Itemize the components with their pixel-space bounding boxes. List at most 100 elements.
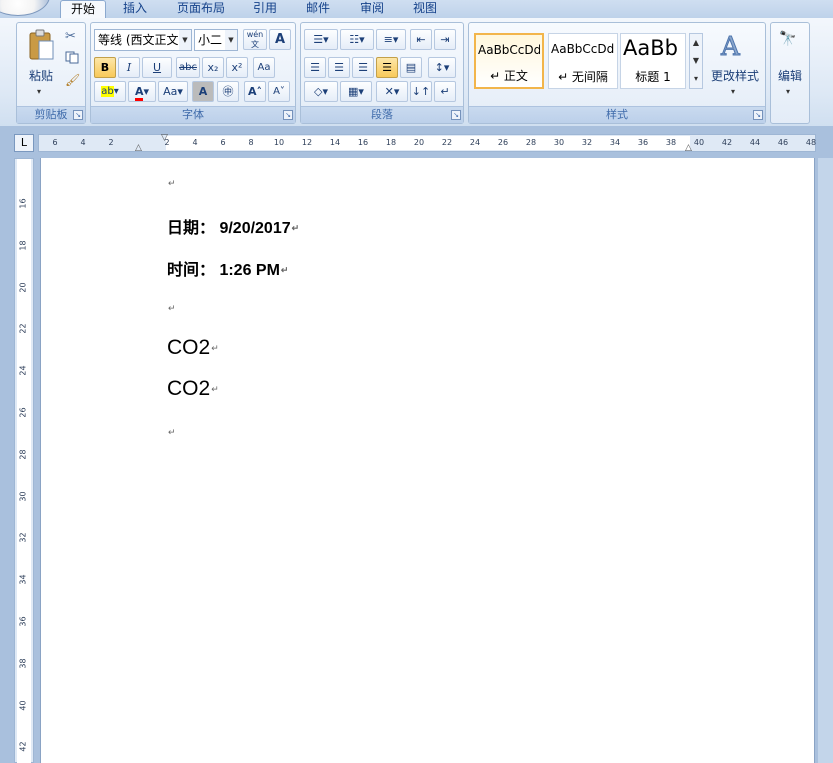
tab-insert[interactable]: 插入 — [114, 0, 156, 18]
shrink-font-button[interactable]: A˅ — [268, 81, 290, 102]
first-line-indent-marker-icon[interactable]: ▽ — [161, 133, 168, 143]
styles-launcher-icon[interactable]: ↘ — [753, 110, 763, 120]
ribbon-tab-bar: 开始 插入 页面布局 引用 邮件 审阅 视图 — [0, 0, 833, 18]
char-border-button[interactable]: A — [269, 29, 291, 50]
paste-label[interactable]: 粘贴 — [21, 67, 61, 84]
style-heading-1-preview: AaBb — [623, 36, 678, 60]
increase-indent-icon[interactable]: ⇥ — [434, 29, 456, 50]
font-size-value: 小二 — [198, 33, 223, 47]
style-no-spacing[interactable]: AaBbCcDd ↵ 无间隔 — [548, 33, 618, 89]
font-color-button[interactable]: A▾ — [128, 81, 156, 102]
enclose-char-icon[interactable]: ㊥ — [217, 81, 239, 102]
ruler-h-tick-label: 12 — [301, 138, 313, 147]
borders-icon[interactable]: ▦▾ — [340, 81, 372, 102]
style-normal[interactable]: AaBbCcDd ↵ 正文 — [474, 33, 544, 89]
styles-scroll[interactable]: ▲ ▼ ▾ — [689, 33, 703, 89]
font-group-label: 字体 — [91, 106, 295, 123]
font-name-dropdown-icon[interactable]: ▼ — [179, 30, 191, 50]
phonetic-guide-button[interactable]: wén 文 — [243, 29, 267, 50]
ruler-h-tick-label: 44 — [749, 138, 761, 147]
ruler-h-tick-label: 2 — [108, 138, 114, 147]
tab-mailings[interactable]: 邮件 — [297, 0, 339, 18]
line-spacing-icon[interactable]: ↕▾ — [428, 57, 456, 78]
editing-label[interactable]: 编辑 — [771, 67, 809, 84]
style-normal-preview: AaBbCcDd — [478, 43, 540, 57]
strikethrough-button[interactable]: abc — [176, 57, 200, 78]
vertical-scrollbar[interactable] — [818, 158, 833, 763]
align-left-icon[interactable]: ☰ — [304, 57, 326, 78]
paragraph-co2[interactable]: CO2↵ — [167, 336, 219, 360]
paragraph-empty[interactable]: ↵ — [167, 301, 176, 315]
paragraph-date[interactable]: 日期： 9/20/2017↵ — [167, 214, 299, 238]
editing-group[interactable]: 🔭 编辑 ▾ — [770, 22, 810, 124]
horizontal-ruler[interactable]: 6 4 2 2 4 6 8 10 12 14 16 18 20 22 24 26 28 30 32 34 36 38 40 4… — [38, 133, 817, 153]
paste-icon[interactable] — [27, 29, 55, 61]
ruler-v-tick-label: 38 — [18, 658, 28, 669]
tab-selector-icon[interactable]: L — [14, 134, 34, 152]
show-marks-icon[interactable]: ↵ — [434, 81, 456, 102]
tab-references[interactable]: 引用 — [244, 0, 286, 18]
justify-icon[interactable]: ☰ — [376, 57, 398, 78]
paragraph-launcher-icon[interactable]: ↘ — [451, 110, 461, 120]
ruler-v-tick-label: 42 — [18, 741, 28, 752]
change-styles-icon[interactable]: A — [717, 29, 749, 63]
paragraph-time[interactable]: 时间： 1:26 PM↵ — [167, 256, 288, 280]
phonetic-guide-text: wén — [246, 30, 264, 39]
paragraph-empty[interactable]: ↵ — [167, 425, 176, 439]
styles-group: AaBbCcDd ↵ 正文 AaBbCcDd ↵ 无间隔 AaBb 标题 1 ▲… — [468, 22, 766, 124]
change-styles-dropdown-icon[interactable]: ▾ — [731, 87, 735, 96]
paste-dropdown-icon[interactable]: ▾ — [37, 87, 41, 96]
align-right-icon[interactable]: ☰ — [352, 57, 374, 78]
numbering-icon[interactable]: ☷▾ — [340, 29, 374, 50]
superscript-button[interactable]: x² — [226, 57, 248, 78]
style-normal-name: ↵ 正文 — [490, 69, 528, 83]
cut-icon[interactable]: ✂ — [65, 29, 76, 44]
ruler-h-tick-label: 46 — [777, 138, 789, 147]
font-size-dropdown-icon[interactable]: ▼ — [225, 30, 237, 50]
copy-icon[interactable] — [65, 51, 79, 64]
underline-button[interactable]: U — [142, 57, 172, 78]
align-center-icon[interactable]: ☰ — [328, 57, 350, 78]
clear-formatting-icon[interactable]: Aa — [253, 57, 275, 78]
ruler-v-tick-label: 40 — [18, 700, 28, 711]
change-styles-label[interactable]: 更改样式 — [705, 67, 765, 84]
tab-page-layout[interactable]: 页面布局 — [170, 0, 232, 18]
ruler-h-tick-label: 14 — [329, 138, 341, 147]
style-heading-1[interactable]: AaBb 标题 1 — [620, 33, 686, 89]
style-heading-1-name: 标题 1 — [635, 70, 671, 84]
change-case-button[interactable]: Aa▾ — [158, 81, 188, 102]
right-indent-marker-icon[interactable]: △ — [685, 143, 692, 153]
format-painter-icon[interactable]: 🖌 — [65, 73, 80, 87]
chinese-layout-icon[interactable]: ✕▾ — [376, 81, 408, 102]
grow-font-text: A — [247, 85, 257, 98]
font-size-combo[interactable]: 小二 ▼ — [194, 29, 238, 51]
sort-icon[interactable]: ↓↑ — [410, 81, 432, 102]
ruler-h-tick-label: 48 — [805, 138, 817, 147]
editing-dropdown-icon[interactable]: ▾ — [786, 87, 790, 96]
shading-icon[interactable]: ◇▾ — [304, 81, 338, 102]
subscript-button[interactable]: x₂ — [202, 57, 224, 78]
tab-home[interactable]: 开始 — [60, 0, 106, 18]
grow-font-button[interactable]: A˄ — [244, 81, 266, 102]
paragraph-co2[interactable]: CO2↵ — [167, 377, 219, 401]
clipboard-launcher-icon[interactable]: ↘ — [73, 110, 83, 120]
ruler-h-tick-label: 26 — [497, 138, 509, 147]
font-launcher-icon[interactable]: ↘ — [283, 110, 293, 120]
left-indent-marker-icon[interactable]: △ — [135, 143, 142, 153]
style-no-spacing-name: ↵ 无间隔 — [558, 70, 608, 84]
tab-review[interactable]: 审阅 — [351, 0, 393, 18]
highlight-color-button[interactable]: ab▾ — [94, 81, 126, 102]
bullets-icon[interactable]: ☰▾ — [304, 29, 338, 50]
font-name-combo[interactable]: 等线 (西文正文 ▼ — [94, 29, 192, 51]
find-icon[interactable]: 🔭 — [779, 31, 796, 47]
paragraph-empty[interactable]: ↵ — [167, 176, 176, 190]
distribute-icon[interactable]: ▤ — [400, 57, 422, 78]
italic-button[interactable]: I — [118, 57, 140, 78]
document-page[interactable]: ↵ 日期： 9/20/2017↵ 时间： 1:26 PM↵ ↵ CO2↵ CO2… — [40, 158, 815, 763]
decrease-indent-icon[interactable]: ⇤ — [410, 29, 432, 50]
bold-button[interactable]: B — [94, 57, 116, 78]
vertical-ruler[interactable]: 16 18 20 22 24 26 28 30 32 34 36 38 40 42 — [14, 158, 34, 763]
char-shading-button[interactable]: A — [192, 81, 214, 102]
multilevel-list-icon[interactable]: ≡▾ — [376, 29, 406, 50]
tab-view[interactable]: 视图 — [404, 0, 446, 18]
